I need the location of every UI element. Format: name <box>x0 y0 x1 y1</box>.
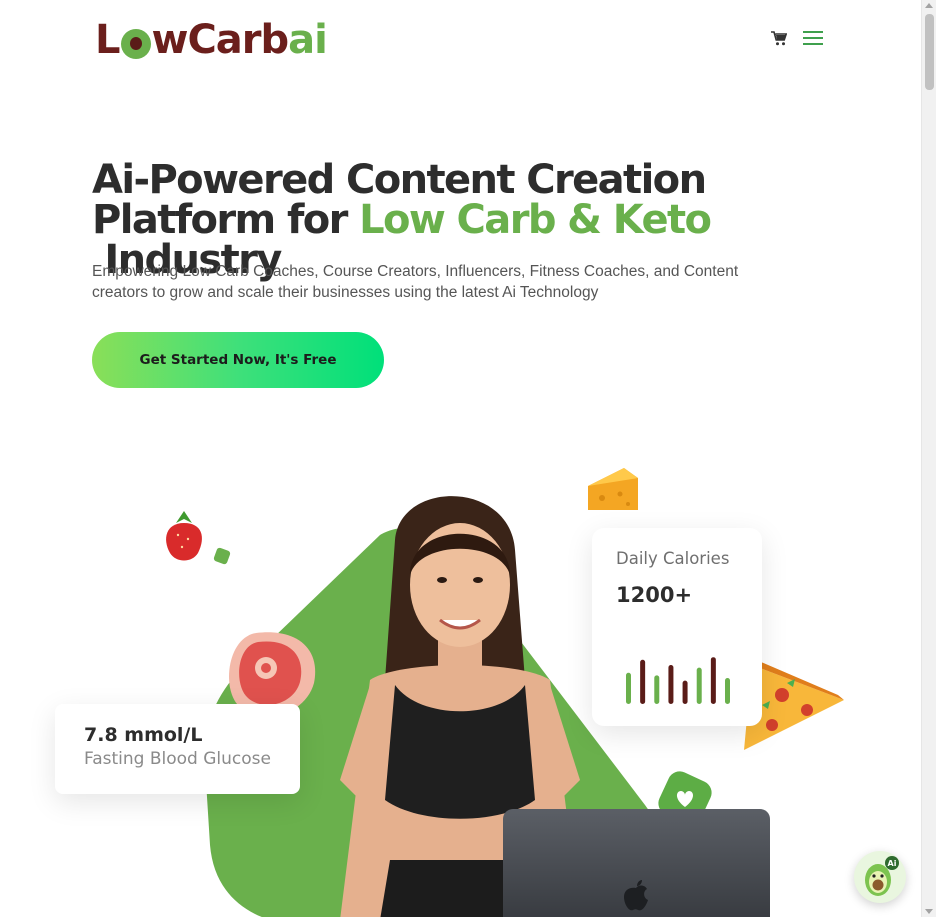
calorie-bar <box>626 672 631 704</box>
calories-bar-graphic <box>626 657 730 704</box>
calorie-bar <box>654 675 660 704</box>
calories-card: Daily Calories 1200+ <box>592 528 762 726</box>
ai-chat-widget[interactable]: Ai <box>854 851 906 903</box>
calorie-bar <box>640 659 646 704</box>
scroll-down-arrow[interactable] <box>925 909 933 914</box>
get-started-button[interactable]: Get Started Now, It's Free <box>92 332 384 388</box>
svg-text:Ai: Ai <box>888 859 897 868</box>
menu-line <box>803 37 823 39</box>
logo-text-part1: L <box>95 17 120 63</box>
scroll-thumb[interactable] <box>925 14 934 90</box>
logo-text-part2: wCarb <box>151 17 290 63</box>
avocado-logo-icon <box>120 29 151 59</box>
calorie-bar <box>668 665 674 704</box>
shopping-cart-icon[interactable] <box>771 31 787 46</box>
hamburger-menu-icon[interactable] <box>803 31 823 47</box>
menu-line <box>803 43 823 45</box>
page-scrollbar[interactable] <box>921 0 936 917</box>
calories-value: 1200+ <box>616 583 693 607</box>
glucose-card: 7.8 mmol/L Fasting Blood Glucose <box>55 704 300 794</box>
scroll-up-arrow[interactable] <box>925 3 933 8</box>
laptop-image <box>503 809 770 917</box>
menu-line <box>803 31 823 33</box>
calories-label: Daily Calories <box>616 549 730 568</box>
calorie-bar <box>710 657 716 704</box>
hero-title-highlight: Low Carb & Keto <box>359 197 712 243</box>
apple-logo-icon <box>624 880 648 911</box>
calorie-bar <box>696 667 702 704</box>
glucose-label: Fasting Blood Glucose <box>84 749 271 769</box>
avocado-ai-icon: Ai <box>865 856 899 896</box>
strawberry-icon <box>166 511 202 561</box>
hero-subtitle: Empowering Low Carb Coaches, Course Crea… <box>92 263 739 301</box>
brand-logo[interactable]: L wCarb ai <box>95 16 328 64</box>
cheese-icon <box>588 468 638 510</box>
glucose-value: 7.8 mmol/L <box>84 724 203 746</box>
logo-text-part3: ai <box>288 17 328 63</box>
calorie-bar <box>725 678 730 704</box>
green-cube-icon <box>213 547 231 565</box>
hero-illustration: 7.8 mmol/L Fasting Blood Glucose Daily C… <box>0 420 921 917</box>
calorie-bar <box>682 680 688 704</box>
